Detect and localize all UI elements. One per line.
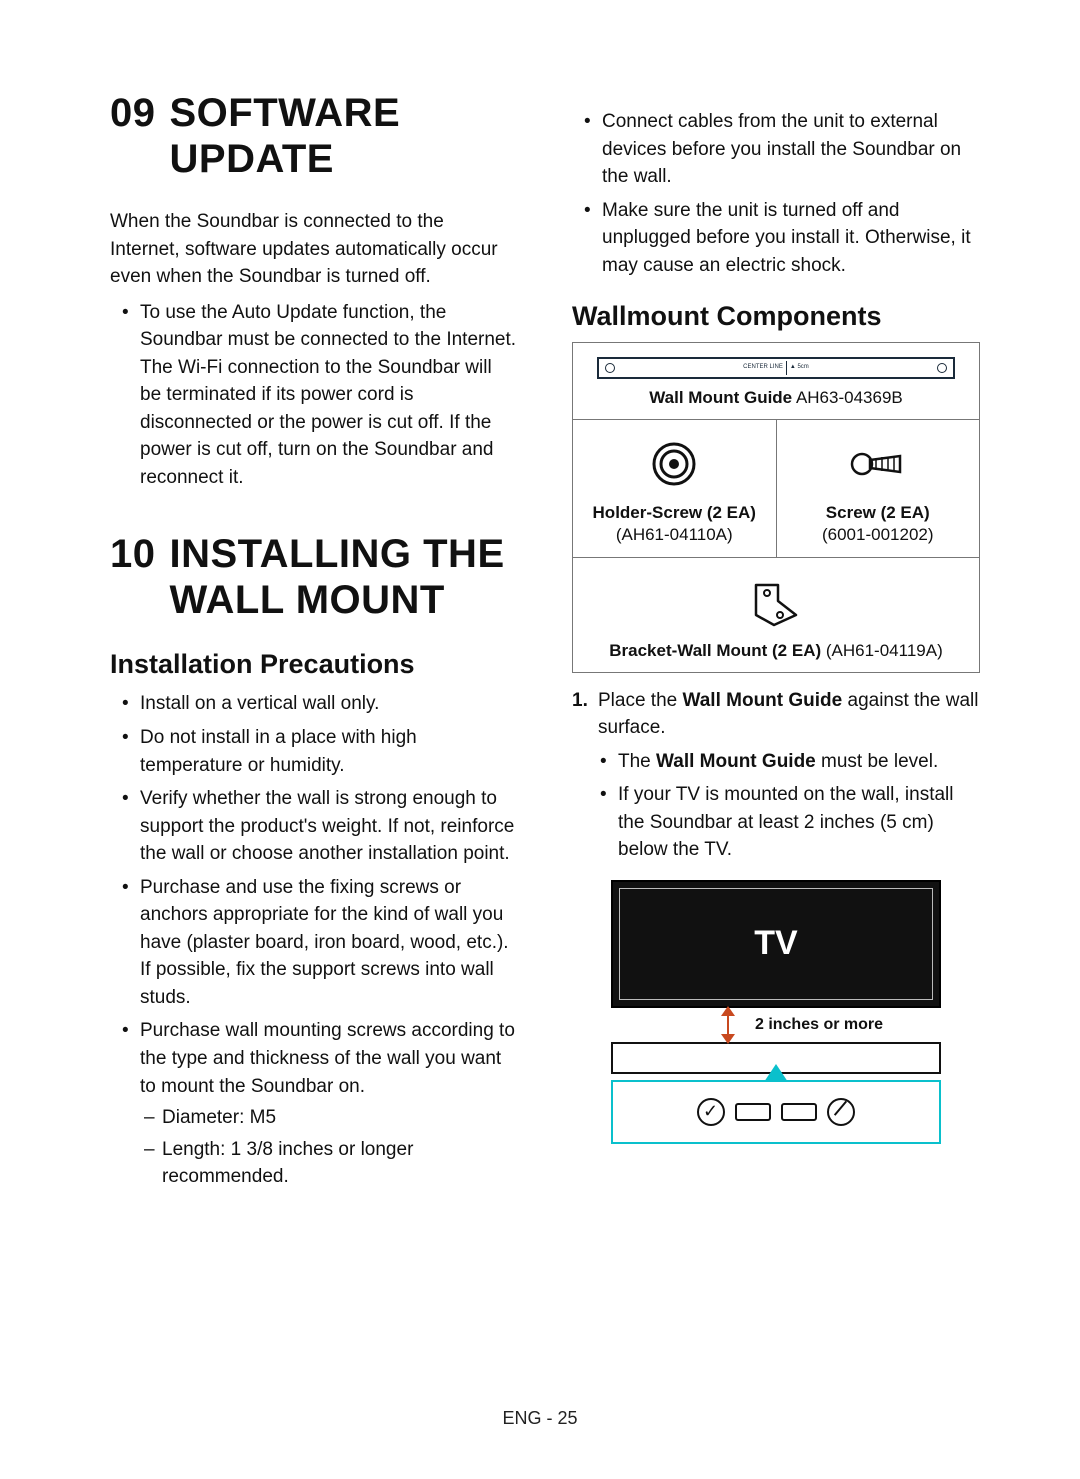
component-wall-mount-guide: CENTER LINE▲ 5cm Wall Mount Guide AH63-0… bbox=[573, 343, 979, 420]
page-footer: ENG - 25 bbox=[0, 1408, 1080, 1429]
section-09-intro: When the Soundbar is connected to the In… bbox=[110, 208, 518, 291]
step-number: 1. bbox=[572, 687, 588, 715]
precaution-item: Connect cables from the unit to external… bbox=[602, 108, 980, 191]
tv-mount-diagram: TV 2 inches or more bbox=[611, 880, 941, 1144]
component-name: Holder-Screw (2 EA) bbox=[581, 502, 768, 524]
section-09-heading: 09 SOFTWARE UPDATE bbox=[110, 90, 518, 182]
step-subitem: The Wall Mount Guide must be level. bbox=[618, 748, 980, 776]
tv-label: TV bbox=[754, 924, 797, 963]
precaution-item: Install on a vertical wall only. bbox=[140, 690, 518, 718]
component-screw: Screw (2 EA) (6001-001202) bbox=[777, 420, 980, 557]
component-name: Wall Mount Guide bbox=[649, 388, 792, 407]
arrow-up-icon bbox=[721, 1006, 735, 1016]
slash-circle-icon bbox=[827, 1098, 855, 1126]
component-part-number: AH63-04369B bbox=[796, 388, 903, 407]
check-icon bbox=[697, 1098, 725, 1126]
precaution-subitem: Diameter: M5 bbox=[162, 1104, 518, 1132]
step-text-bold: Wall Mount Guide bbox=[683, 690, 843, 711]
precaution-text: Purchase wall mounting screws according … bbox=[140, 1020, 515, 1096]
precaution-item: Do not install in a place with high temp… bbox=[140, 724, 518, 779]
bracket-icon bbox=[581, 572, 971, 632]
step-text-pre: Place the bbox=[598, 690, 683, 711]
screw-icon bbox=[785, 434, 972, 494]
gap-indicator: 2 inches or more bbox=[611, 1008, 941, 1042]
level-icon bbox=[781, 1103, 817, 1121]
section-09-bullet: To use the Auto Update function, the Sou… bbox=[140, 299, 518, 492]
wall-mount-guide-icon: CENTER LINE▲ 5cm bbox=[597, 357, 956, 379]
soundbar-guide-box bbox=[611, 1080, 941, 1144]
section-10-heading: 10 INSTALLING THE WALL MOUNT bbox=[110, 531, 518, 623]
component-part-number: (6001-001202) bbox=[785, 524, 972, 546]
section-09-number: 09 bbox=[110, 90, 156, 182]
component-name: Bracket-Wall Mount (2 EA) bbox=[609, 641, 821, 660]
tv-box: TV bbox=[611, 880, 941, 1008]
holder-screw-icon bbox=[581, 434, 768, 494]
section-10-title: INSTALLING THE WALL MOUNT bbox=[170, 531, 519, 623]
precaution-item: Purchase and use the fixing screws or an… bbox=[140, 874, 518, 1012]
component-bracket: Bracket-Wall Mount (2 EA) (AH61-04119A) bbox=[573, 558, 979, 672]
component-holder-screw: Holder-Screw (2 EA) (AH61-04110A) bbox=[573, 420, 777, 557]
component-part-number: (AH61-04119A) bbox=[826, 641, 943, 660]
step-subitem: If your TV is mounted on the wall, insta… bbox=[618, 781, 980, 864]
arrow-down-icon bbox=[721, 1034, 735, 1044]
components-table: CENTER LINE▲ 5cm Wall Mount Guide AH63-0… bbox=[572, 342, 980, 672]
precaution-subitem: Length: 1 3/8 inches or longer recommend… bbox=[162, 1136, 518, 1191]
install-step-1: 1. Place the Wall Mount Guide against th… bbox=[598, 687, 980, 864]
step-sub-post: must be level. bbox=[816, 751, 939, 772]
section-09-title: SOFTWARE UPDATE bbox=[170, 90, 519, 182]
step-sub-bold: Wall Mount Guide bbox=[656, 751, 816, 772]
gap-label: 2 inches or more bbox=[755, 1016, 883, 1034]
precaution-item: Verify whether the wall is strong enough… bbox=[140, 785, 518, 868]
precautions-heading: Installation Precautions bbox=[110, 649, 518, 680]
section-10-number: 10 bbox=[110, 531, 156, 623]
precaution-item: Purchase wall mounting screws according … bbox=[140, 1017, 518, 1190]
precaution-item: Make sure the unit is turned off and unp… bbox=[602, 197, 980, 280]
component-name: Screw (2 EA) bbox=[785, 502, 972, 524]
components-heading: Wallmount Components bbox=[572, 301, 980, 332]
level-icon bbox=[735, 1103, 771, 1121]
step-sub-pre: The bbox=[618, 751, 656, 772]
component-part-number: (AH61-04110A) bbox=[581, 524, 768, 546]
